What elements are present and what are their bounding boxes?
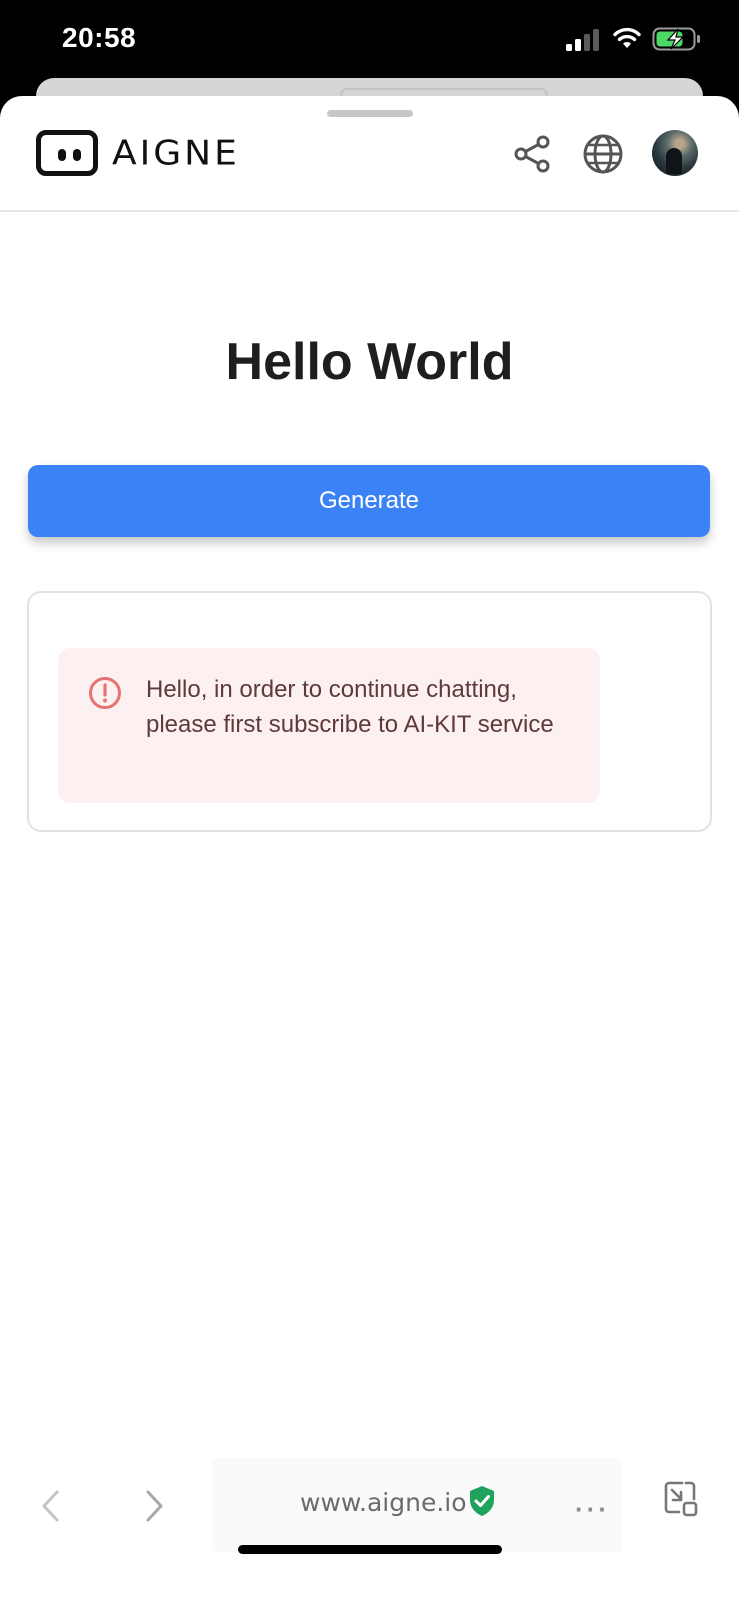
status-time: 20:58 (62, 22, 137, 53)
wifi-icon (613, 27, 641, 48)
home-indicator (238, 1545, 502, 1554)
chevron-left-icon[interactable] (38, 1488, 62, 1524)
output-card: Hello, in order to continue chatting, pl… (27, 591, 712, 832)
app-sheet: AIGNE Hello World Generate Hello, in ord… (0, 96, 739, 1600)
user-avatar[interactable] (652, 130, 698, 176)
generate-button[interactable]: Generate (28, 465, 710, 537)
aigne-logo-mark-icon (36, 130, 98, 176)
app-header: AIGNE (0, 96, 739, 212)
aigne-logo[interactable]: AIGNE (36, 130, 240, 176)
globe-icon (583, 134, 623, 174)
minimize-window-icon[interactable] (664, 1481, 698, 1517)
share-button[interactable] (510, 132, 554, 176)
logo-text: AIGNE (112, 133, 240, 173)
chevron-right-icon[interactable] (143, 1488, 167, 1524)
language-button[interactable] (581, 132, 625, 176)
url-text: www.aigne.io (300, 1488, 467, 1517)
battery-charging-icon (652, 27, 700, 51)
alert-message: Hello, in order to continue chatting, pl… (146, 676, 554, 738)
url-bar[interactable]: www.aigne.io (212, 1458, 623, 1552)
share-icon (514, 135, 550, 173)
page-title: Hello World (225, 333, 514, 391)
shield-check-icon (470, 1486, 494, 1516)
more-button[interactable]: ··· (575, 1494, 610, 1525)
error-icon (89, 677, 121, 709)
cellular-signal-icon (566, 29, 599, 51)
error-alert: Hello, in order to continue chatting, pl… (58, 648, 600, 803)
